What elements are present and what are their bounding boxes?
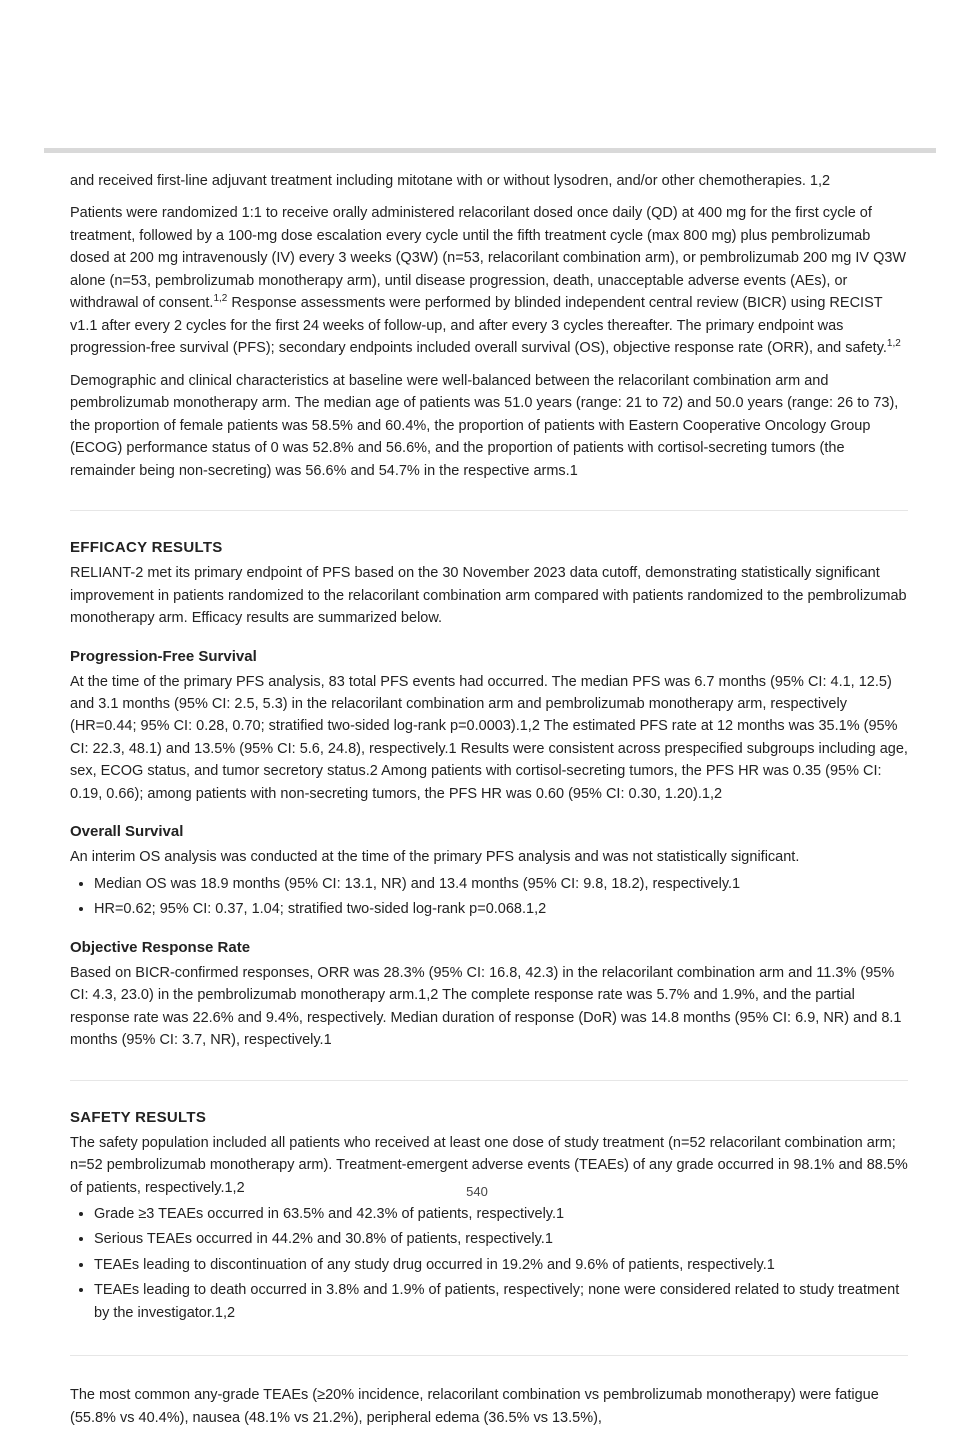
os-list-item-2: HR=0.62; 95% CI: 0.37, 1.04; stratified … <box>94 898 908 920</box>
pfs-subheading: Progression-Free Survival <box>70 648 908 665</box>
safety-block: Safety Results The safety population inc… <box>70 1109 908 1357</box>
os-list: Median OS was 18.9 months (95% CI: 13.1,… <box>94 873 908 921</box>
safety-continuation-paragraph: The most common any-grade TEAEs (≥20% in… <box>70 1384 908 1429</box>
efficacy-intro: RELIANT-2 met its primary endpoint of PF… <box>70 562 908 629</box>
paragraph-design-1: and received first-line adjuvant treatme… <box>70 170 908 192</box>
os-subheading: Overall Survival <box>70 823 908 840</box>
study-design-block: and received first-line adjuvant treatme… <box>70 170 908 511</box>
os-list-item-1: Median OS was 18.9 months (95% CI: 13.1,… <box>94 873 908 895</box>
safety-list-item-1: Grade ≥3 TEAEs occurred in 63.5% and 42.… <box>94 1203 908 1225</box>
safety-continuation-block: The most common any-grade TEAEs (≥20% in… <box>70 1384 908 1429</box>
safety-list-item-4: TEAEs leading to death occurred in 3.8% … <box>94 1279 908 1324</box>
header-rule <box>44 148 936 153</box>
safety-heading: Safety Results <box>70 1109 908 1126</box>
pfs-paragraph: At the time of the primary PFS analysis,… <box>70 671 908 806</box>
orr-paragraph: Based on BICR-confirmed responses, ORR w… <box>70 962 908 1052</box>
efficacy-block: Efficacy Results RELIANT-2 met its prima… <box>70 539 908 1081</box>
os-paragraph: An interim OS analysis was conducted at … <box>70 846 908 868</box>
safety-list: Grade ≥3 TEAEs occurred in 63.5% and 42.… <box>94 1203 908 1324</box>
page-number: 540 <box>0 1184 954 1199</box>
orr-subheading: Objective Response Rate <box>70 939 908 956</box>
paragraph-design-3: Demographic and clinical characteristics… <box>70 370 908 482</box>
paragraph-design-2: Patients were randomized 1:1 to receive … <box>70 202 908 359</box>
efficacy-heading: Efficacy Results <box>70 539 908 556</box>
safety-list-item-3: TEAEs leading to discontinuation of any … <box>94 1254 908 1276</box>
safety-list-item-2: Serious TEAEs occurred in 44.2% and 30.8… <box>94 1228 908 1250</box>
